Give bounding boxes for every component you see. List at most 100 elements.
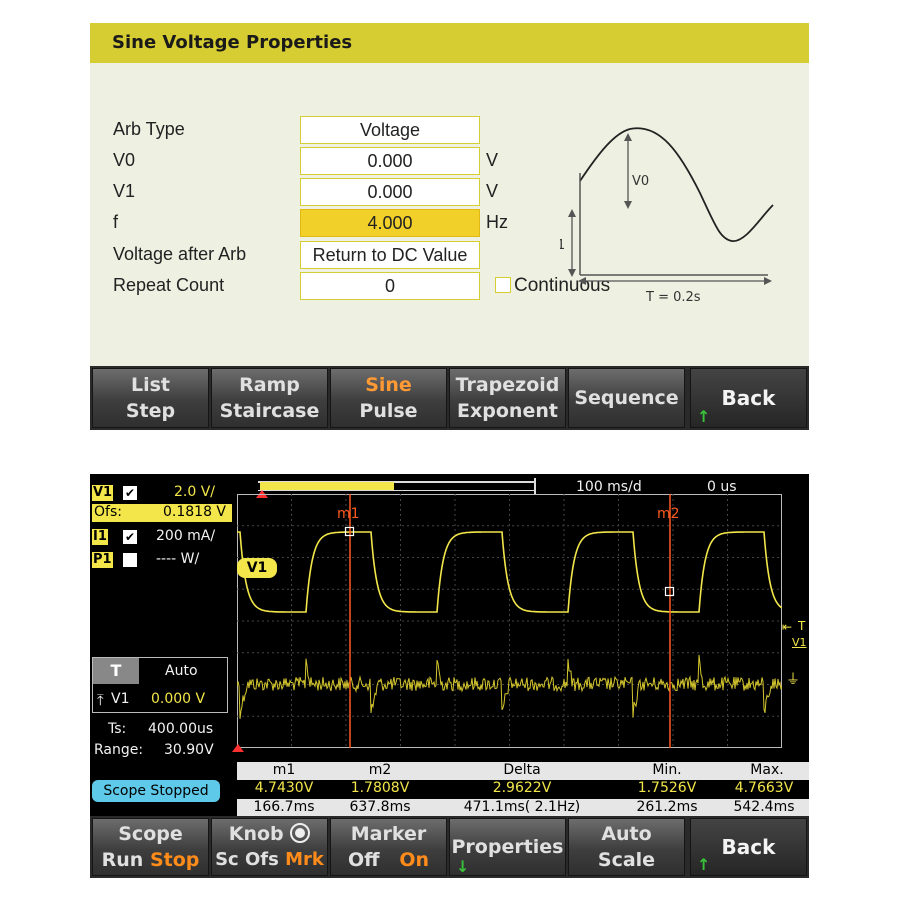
softkey-stop-label: Stop xyxy=(149,849,200,871)
right-v1-label: V1 xyxy=(792,636,807,649)
softkey-marker-label: Marker xyxy=(350,823,427,845)
v0-field[interactable]: 0.000 xyxy=(300,147,480,175)
v1-channel-checkbox[interactable]: ✔ xyxy=(123,486,137,500)
label-voltage-after-arb: Voltage after Arb xyxy=(113,244,247,264)
v1-scale[interactable]: 2.0 V/ xyxy=(174,484,215,500)
softkey-auto-label: Auto xyxy=(601,823,652,845)
softkey-properties[interactable]: Properties ↓ xyxy=(449,818,566,876)
rising-edge-icon: ⤒ xyxy=(97,691,104,709)
p1-channel-tag[interactable]: P1 xyxy=(92,552,113,568)
ts-label: Ts: xyxy=(108,721,127,737)
repeat-count-field[interactable]: 0 xyxy=(300,272,480,300)
delta-voltage: 2.9622V xyxy=(492,780,552,796)
v1-field[interactable]: 0.000 xyxy=(300,178,480,206)
trigger-box[interactable]: T Auto ⤒ V1 0.000 V xyxy=(92,657,228,713)
sine-curve xyxy=(579,127,774,242)
softkey-sc-label: Sc xyxy=(215,849,239,870)
v1-unit: V xyxy=(486,181,499,201)
continuous-checkbox[interactable] xyxy=(495,277,511,293)
voltage-after-arb-field[interactable]: Return to DC Value xyxy=(300,241,480,269)
softkey-sine-label: Sine xyxy=(365,374,412,396)
ground-reference-icon[interactable]: ⏚ xyxy=(786,669,800,689)
m2-time: 637.8ms xyxy=(349,799,411,815)
knob-icon xyxy=(290,823,311,843)
i1-scale[interactable]: 200 mA/ xyxy=(156,528,215,544)
right-trigger-label: T xyxy=(798,619,806,633)
softkey-scale-label: Scale xyxy=(597,849,656,871)
frequency-field[interactable]: 4.000 xyxy=(300,209,480,237)
min-voltage: 1.7526V xyxy=(637,780,697,796)
range-value: 30.90V xyxy=(164,742,214,758)
m1-voltage: 4.7430V xyxy=(254,780,314,796)
softkey-back-top[interactable]: Back ↑ xyxy=(690,368,807,428)
label-frequency: f xyxy=(113,212,119,232)
timeline-window[interactable] xyxy=(260,482,394,490)
top-softkey-bar: List Step Ramp Staircase Sine Pulse Trap… xyxy=(90,366,809,430)
timebase-readout[interactable]: 100 ms/d xyxy=(576,479,642,495)
v1-trace-tag[interactable]: V1 xyxy=(237,558,277,578)
i1-channel-checkbox[interactable]: ✔ xyxy=(123,530,137,544)
sine-properties-panel: Sine Voltage Properties Arb Type V0 V1 f… xyxy=(90,23,809,430)
softkey-staircase-label: Staircase xyxy=(219,400,320,422)
scope-status-badge: Scope Stopped xyxy=(92,780,220,802)
softkey-auto-scale[interactable]: Auto Scale xyxy=(568,818,685,876)
v0-arrow-head-bottom xyxy=(624,201,632,209)
softkey-marker[interactable]: Marker Off On xyxy=(330,818,447,876)
v1-diagram-label: V1 xyxy=(560,238,565,253)
v0-arrow-head-top xyxy=(624,133,632,141)
softkey-on-label: On xyxy=(399,849,430,871)
softkey-exponent-label: Exponent xyxy=(457,400,558,422)
sine-diagram: V0 V1 T = 0.2s xyxy=(560,127,774,303)
trigger-mode: Auto xyxy=(165,663,198,679)
softkey-sequence[interactable]: Sequence xyxy=(568,368,685,428)
period-arrow-head-left xyxy=(578,277,586,285)
label-repeat-count: Repeat Count xyxy=(113,275,225,295)
v1-channel-tag[interactable]: V1 xyxy=(92,485,114,501)
p1-channel-checkbox[interactable] xyxy=(123,553,137,567)
marker-m1-label: m1 xyxy=(337,506,360,522)
range-label: Range: xyxy=(94,742,144,758)
softkey-knob[interactable]: Knob Sc Ofs Mrk xyxy=(211,818,328,876)
label-arb-type: Arb Type xyxy=(113,119,185,139)
ts-value: 400.00us xyxy=(148,721,214,737)
scope-panel: 100 ms/d 0 us V1 ✔ 2.0 V/ Ofs: 0.1818 V … xyxy=(90,474,809,878)
delay-readout[interactable]: 0 us xyxy=(707,479,737,495)
trigger-time-marker-icon xyxy=(232,744,244,752)
softkey-scope-run-stop[interactable]: Scope Run Stop xyxy=(92,818,209,876)
softkey-ramp-staircase[interactable]: Ramp Staircase xyxy=(211,368,328,428)
header-min: Min. xyxy=(652,762,682,778)
softkey-off-label: Off xyxy=(347,849,380,871)
trigger-source: V1 xyxy=(111,691,130,707)
min-time: 261.2ms xyxy=(636,799,698,815)
max-voltage: 4.7663V xyxy=(734,780,794,796)
up-arrow-icon: ↑ xyxy=(697,407,711,426)
softkey-back-bottom[interactable]: Back ↑ xyxy=(690,818,807,876)
softkey-ramp-label: Ramp xyxy=(239,374,300,396)
softkey-sine-pulse[interactable]: Sine Pulse xyxy=(330,368,447,428)
period-label: T = 0.2s xyxy=(645,290,701,303)
softkey-ofs-label: Ofs xyxy=(245,849,279,870)
delta-time: 471.1ms( 2.1Hz) xyxy=(463,799,581,815)
m2-voltage: 1.7808V xyxy=(350,780,410,796)
softkey-list-step[interactable]: List Step xyxy=(92,368,209,428)
m1-time: 166.7ms xyxy=(253,799,315,815)
i1-channel-tag[interactable]: I1 xyxy=(92,529,108,545)
offset-value: 0.1818 V xyxy=(162,504,226,520)
p1-scale[interactable]: ---- W/ xyxy=(156,551,199,567)
softkey-trapezoid-exponent[interactable]: Trapezoid Exponent xyxy=(449,368,566,428)
softkey-sequence-label: Sequence xyxy=(574,387,679,409)
waveform-display[interactable]: m1 m2 xyxy=(237,494,782,748)
max-time: 542.4ms xyxy=(733,799,795,815)
v1-arrow-head-top xyxy=(568,209,576,217)
softkey-run-label: Run xyxy=(101,849,144,871)
trigger-level: 0.000 V xyxy=(151,691,206,707)
header-m2: m2 xyxy=(368,762,392,778)
softkey-list-label: List xyxy=(130,374,170,396)
v0-unit: V xyxy=(486,150,499,170)
v1-arrow-head-bottom xyxy=(568,269,576,277)
offset-row[interactable]: Ofs: 0.1818 V xyxy=(92,504,232,522)
arb-type-field[interactable]: Voltage xyxy=(300,116,480,144)
bottom-softkey-bar: Scope Run Stop Knob Sc Ofs Mrk Marker Of… xyxy=(90,816,809,878)
trigger-level-marker-icon[interactable]: ⇤ xyxy=(782,621,792,633)
header-max: Max. xyxy=(750,762,784,778)
